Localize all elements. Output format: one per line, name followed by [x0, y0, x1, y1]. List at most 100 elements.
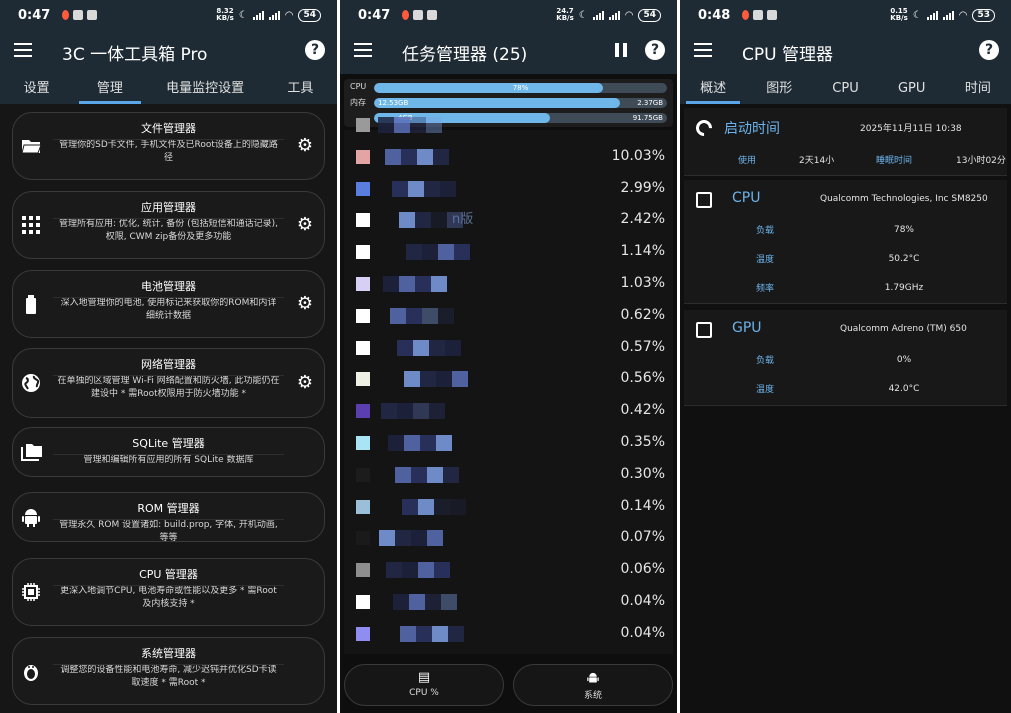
tab-manage[interactable]: 管理 [73, 74, 146, 104]
process-row[interactable]: 0.07% [344, 521, 673, 553]
redacted-name-block [417, 148, 433, 165]
cpu-manager-card[interactable]: CPU 管理器 更深入地调节CPU, 电池寿命或性能以及更多 * 需Root及内… [12, 558, 325, 626]
wifi-icon: ◠ [624, 9, 634, 21]
help-icon[interactable]: ? [979, 40, 999, 60]
redacted-name-block [422, 307, 438, 324]
tab-graphs[interactable]: 图形 [746, 74, 812, 104]
redacted-name-block [383, 276, 399, 292]
redacted-name-block [406, 244, 422, 261]
rom-manager-card[interactable]: ROM 管理器 管理永久 ROM 设置诸如: build.prop, 字体, 开… [12, 492, 325, 543]
card-divider [53, 218, 284, 219]
process-row[interactable]: 2.42% [344, 203, 673, 235]
redacted-name-block [433, 148, 449, 165]
gear-icon[interactable]: ⚙ [296, 216, 314, 234]
app-title: CPU 管理器 [742, 45, 833, 65]
network-manager-card[interactable]: 网络管理器 在单独的区域管理 Wi-Fi 网络配置和防火墙, 此功能仍在建设中 … [12, 348, 325, 418]
tab-cpu[interactable]: CPU [812, 74, 878, 104]
redacted-name-block [445, 339, 461, 356]
app-icon [356, 308, 370, 323]
flame-icon [402, 10, 409, 20]
app-icon [356, 404, 370, 419]
file-manager-card[interactable]: 文件管理器 管理你的SD卡文件, 手机文件及已Root设备上的隐藏路径 ⚙ [12, 112, 325, 180]
gear-icon[interactable]: ⚙ [296, 295, 314, 313]
process-row[interactable]: 0.35% [344, 426, 673, 458]
card-divider [53, 375, 284, 376]
app-manager-card[interactable]: 应用管理器 管理所有应用: 优化, 统计, 备份 (包括短信和通话记录), 权限… [12, 191, 325, 259]
pause-icon[interactable] [615, 43, 627, 57]
status-bar: 0:47 8.32 KB/s ☾ ◠ 54 [0, 0, 337, 30]
process-row[interactable]: 2.99% [344, 172, 673, 204]
redacted-name-block [420, 435, 436, 451]
redacted-name-block [404, 435, 420, 451]
process-row[interactable]: 0.57% [344, 331, 673, 363]
tab-power-monitor[interactable]: 电量监控设置 [147, 74, 264, 104]
uptime-value: 2天14小 [799, 156, 835, 166]
process-row[interactable] [344, 108, 673, 140]
redacted-name-block [429, 339, 445, 356]
linux-penguin-icon [20, 660, 42, 682]
process-row[interactable]: 0.42% [344, 394, 673, 426]
tab-tools[interactable]: 工具 [264, 74, 337, 104]
process-row[interactable]: 0.04% [344, 617, 673, 649]
card-desc: 管理所有应用: 优化, 统计, 备份 (包括短信和通话记录), 权限, CWM … [58, 219, 279, 242]
process-row[interactable]: 0.56% [344, 362, 673, 394]
redacted-name-block [411, 466, 427, 483]
cpu-temp-label: 温度 [756, 255, 775, 265]
menu-icon[interactable] [694, 43, 712, 57]
net-speed: 24.7 KB/s [556, 7, 574, 22]
gpu-model: Qualcomm Adreno (TM) 650 [840, 324, 967, 334]
redacted-name-block [402, 562, 418, 579]
battery-level: 53 [972, 8, 995, 22]
redacted-name-block [452, 371, 468, 388]
menu-icon[interactable] [14, 43, 32, 57]
process-list: n版 10.03% 2.99% 2.42% 1.14% 1.03% 0.62% 0.57% 0… [344, 117, 673, 654]
shield-icon [767, 10, 777, 20]
process-row[interactable]: 0.04% [344, 585, 673, 617]
card-title: 电池管理器 [141, 280, 196, 293]
battery-manager-card[interactable]: 电池管理器 深入地管理你的电池, 使用标记来获取你的ROM和内详细统计数据 ⚙ [12, 270, 325, 338]
card-title: 系统管理器 [141, 647, 196, 660]
process-cpu-percent: 0.04% [620, 593, 665, 609]
redacted-name-block [410, 117, 426, 133]
flame-icon [62, 10, 69, 20]
process-row[interactable]: 0.62% [344, 299, 673, 331]
redacted-name-block [415, 276, 431, 292]
redacted-name-block [427, 466, 443, 483]
redacted-name-block [434, 498, 450, 515]
gear-icon[interactable]: ⚙ [296, 137, 314, 155]
tab-gpu[interactable]: GPU [879, 74, 945, 104]
redacted-name-block [426, 117, 442, 133]
redacted-name-block [394, 117, 410, 133]
card-divider [53, 454, 284, 455]
process-row[interactable]: 1.14% [344, 235, 673, 267]
cpu-freq-value: 1.79GHz [884, 283, 924, 293]
card-title: 应用管理器 [141, 201, 196, 214]
tab-time[interactable]: 时间 [945, 74, 1011, 104]
cpu-model: Qualcomm Technologies, Inc SM8250 [820, 194, 988, 204]
process-row[interactable]: 0.06% [344, 553, 673, 585]
menu-icon[interactable] [354, 43, 372, 57]
app-icon [356, 531, 370, 546]
process-row[interactable]: 0.30% [344, 458, 673, 490]
tab-overview[interactable]: 概述 [680, 74, 746, 104]
process-row[interactable]: 1.03% [344, 267, 673, 299]
help-icon[interactable]: ? [645, 40, 665, 60]
sleep-time-label: 睡眠时间 [876, 156, 913, 166]
system-filter-button[interactable]: 系统 [513, 664, 673, 706]
uptime-icon [692, 116, 716, 140]
gear-icon[interactable]: ⚙ [296, 374, 314, 392]
sort-cpu-button[interactable]: ▤ CPU % [344, 664, 504, 706]
system-manager-card[interactable]: 系统管理器 调整您的设备性能和电池寿命, 减少迟钝并优化SD卡读取速度 * 需R… [12, 637, 325, 705]
process-row[interactable]: 10.03% [344, 140, 673, 172]
help-icon[interactable]: ? [305, 40, 325, 60]
sleep-time-value: 13小时02分 [956, 156, 1006, 166]
process-row[interactable]: 0.14% [344, 490, 673, 522]
redacted-name-block [420, 371, 436, 388]
redacted-name-block [401, 148, 417, 165]
apps-grid-icon [20, 214, 42, 236]
process-cpu-percent: 0.06% [620, 561, 665, 578]
tab-settings[interactable]: 设置 [0, 74, 73, 104]
memory-free: 2.37GB [637, 99, 663, 107]
status-time: 0:47 [18, 8, 51, 23]
sqlite-manager-card[interactable]: SQLite 管理器 管理和编辑所有应用的所有 SQLite 数据库 [12, 427, 325, 477]
